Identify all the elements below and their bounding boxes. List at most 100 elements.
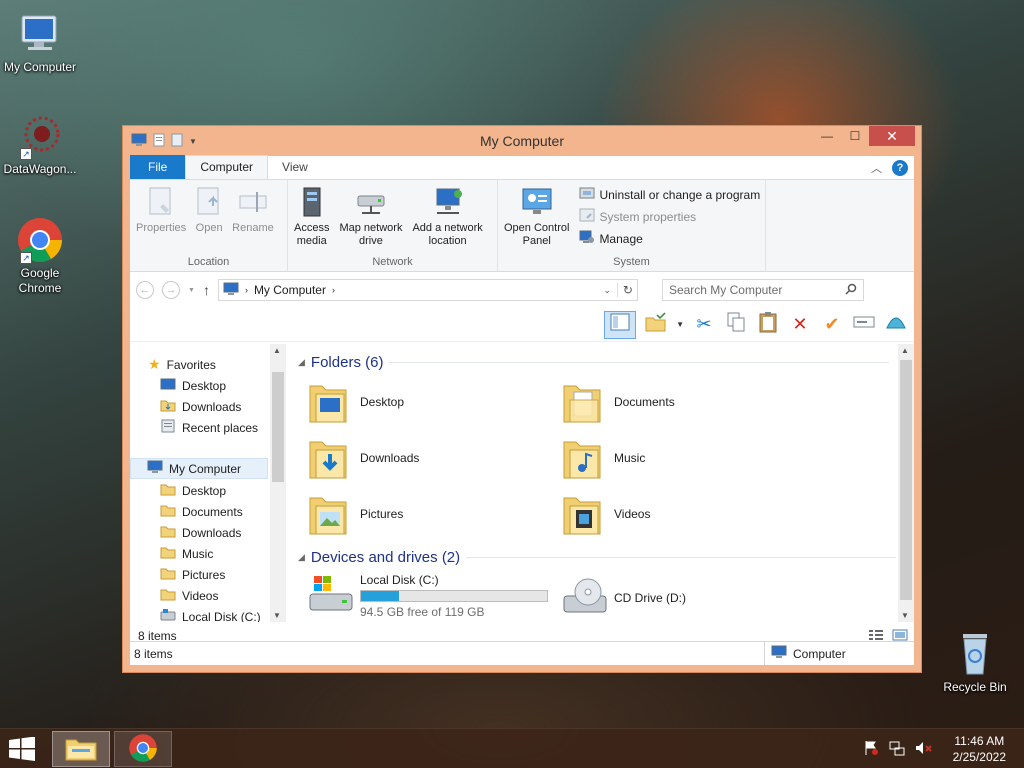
drive-name: CD Drive (D:) xyxy=(614,590,686,605)
nav-computer-music[interactable]: Music xyxy=(160,543,213,564)
copy-button[interactable] xyxy=(724,312,748,337)
desktop-icon-datawagon[interactable]: ↗ DataWagon... xyxy=(0,112,80,177)
nav-computer-downloads[interactable]: Downloads xyxy=(160,522,241,543)
drive-tile-cd-drive[interactable]: CD Drive (D:) xyxy=(562,576,686,619)
desktop-icon-label: DataWagon... xyxy=(3,162,77,176)
recent-locations-icon[interactable]: ▼ xyxy=(188,287,195,294)
taskbar-google-chrome[interactable] xyxy=(114,731,172,767)
address-dropdown-icon[interactable]: ⌄ xyxy=(603,285,611,296)
nav-scrollbar-thumb[interactable] xyxy=(272,372,284,482)
delete-icon: ✕ xyxy=(792,314,808,334)
desktop-icon-recycle-bin[interactable]: Recycle Bin xyxy=(935,630,1015,695)
chevron-down-icon[interactable]: ▼ xyxy=(676,320,684,329)
clock-time: 11:46 AM xyxy=(954,734,1005,748)
network-icon[interactable] xyxy=(889,740,905,759)
shell-button[interactable] xyxy=(884,313,908,337)
scroll-down-icon[interactable]: ▼ xyxy=(273,611,281,620)
close-icon: ✕ xyxy=(886,127,898,144)
back-button[interactable]: ← xyxy=(136,281,154,299)
group-label-network: Network xyxy=(372,256,413,268)
navigation-pane[interactable]: ★ Favorites Desktop Downloads Recent pla… xyxy=(130,344,288,622)
drive-tile-local-disk[interactable]: Local Disk (C:) 94.5 GB free of 119 GB xyxy=(308,572,548,619)
group-label-system: System xyxy=(613,256,650,268)
checkmark-icon: ✔ xyxy=(824,314,840,334)
videos-folder-icon xyxy=(562,492,602,536)
close-button[interactable]: ✕ xyxy=(869,126,915,146)
scroll-up-icon[interactable]: ▲ xyxy=(901,346,909,355)
section-header-devices[interactable]: ◢ Devices and drives (2) xyxy=(298,549,897,566)
network-location-icon xyxy=(431,184,465,220)
programs-icon xyxy=(579,185,595,204)
manage-button[interactable]: Manage xyxy=(579,230,760,247)
rename-toolbar-button[interactable] xyxy=(852,313,876,337)
nav-fav-recent-places[interactable]: Recent places xyxy=(160,417,258,438)
nav-my-computer[interactable]: My Computer xyxy=(130,458,268,479)
section-header-folders[interactable]: ◢ Folders (6) xyxy=(298,354,890,371)
refresh-icon[interactable]: ↻ xyxy=(616,283,633,297)
shell-icon xyxy=(885,312,907,337)
address-bar[interactable]: › My Computer › ⌄ ↻ xyxy=(217,279,638,301)
scroll-down-icon[interactable]: ▼ xyxy=(901,611,909,620)
desktop-icon-google-chrome[interactable]: ↗ Google Chrome xyxy=(0,216,80,296)
view-options-button[interactable] xyxy=(644,312,668,337)
volume-muted-icon[interactable] xyxy=(915,740,933,759)
start-button[interactable] xyxy=(8,736,38,761)
folder-tile-downloads[interactable]: Downloads xyxy=(308,436,419,480)
status-bar: 8 items Computer xyxy=(130,641,914,665)
tab-view[interactable]: View xyxy=(268,156,322,179)
scroll-up-icon[interactable]: ▲ xyxy=(273,346,281,355)
cut-button[interactable]: ✂ xyxy=(692,313,716,337)
nav-computer-documents[interactable]: Documents xyxy=(160,501,243,522)
shortcut-arrow-icon: ↗ xyxy=(20,148,32,160)
copy-icon xyxy=(727,312,745,337)
collapse-ribbon-icon[interactable]: ︿ xyxy=(871,160,882,176)
clock[interactable]: 11:46 AM 2/25/2022 xyxy=(953,733,1006,765)
folder-tile-music[interactable]: Music xyxy=(562,436,645,480)
nav-scrollbar[interactable]: ▲ ▼ xyxy=(270,344,286,622)
title-bar[interactable]: ▼ My Computer — ☐ ✕ xyxy=(123,126,921,156)
uninstall-program-button[interactable]: Uninstall or change a program xyxy=(579,186,760,203)
nav-computer-local-disk[interactable]: Local Disk (C:) xyxy=(160,606,261,622)
search-icon xyxy=(845,283,857,298)
desktop-icon-label: My Computer xyxy=(3,60,77,74)
action-center-flag-icon[interactable] xyxy=(863,740,879,759)
disk-icon xyxy=(160,608,176,622)
search-input[interactable]: Search My Computer xyxy=(661,279,864,301)
content-scrollbar-thumb[interactable] xyxy=(900,360,912,600)
breadcrumb[interactable]: My Computer xyxy=(254,283,326,297)
nav-fav-desktop[interactable]: Desktop xyxy=(160,375,226,396)
content-scrollbar[interactable]: ▲ ▼ xyxy=(898,344,914,622)
nav-computer-pictures[interactable]: Pictures xyxy=(160,564,225,585)
paste-button[interactable] xyxy=(756,312,780,337)
folder-icon xyxy=(160,545,176,562)
drive-name: Local Disk (C:) xyxy=(360,572,439,587)
desktop-icon-my-computer[interactable]: My Computer xyxy=(0,10,80,75)
forward-button[interactable]: → xyxy=(162,281,180,299)
system-properties-button[interactable]: System properties xyxy=(579,208,760,225)
tab-file[interactable]: File xyxy=(130,155,186,179)
main-area: ★ Favorites Desktop Downloads Recent pla… xyxy=(130,344,914,644)
folder-tile-videos[interactable]: Videos xyxy=(562,492,650,536)
nav-computer-videos[interactable]: Videos xyxy=(160,585,218,606)
help-icon[interactable]: ? xyxy=(892,160,908,176)
nav-favorites[interactable]: ★ Favorites xyxy=(148,354,216,375)
nav-fav-downloads[interactable]: Downloads xyxy=(160,396,241,417)
desktop-folder-icon xyxy=(160,377,176,394)
apply-button[interactable]: ✔ xyxy=(820,313,844,337)
preview-pane-button[interactable] xyxy=(604,310,637,339)
folder-tile-documents[interactable]: Documents xyxy=(562,380,675,424)
open-icon xyxy=(192,184,226,220)
ribbon-tabs: File Computer View ︿ ? xyxy=(130,155,914,180)
folder-icon xyxy=(160,482,176,499)
content-pane[interactable]: ◢ Folders (6) Desktop Documents Download… xyxy=(288,344,914,622)
up-arrow-icon[interactable]: ↑ xyxy=(203,282,210,298)
folder-tile-desktop[interactable]: Desktop xyxy=(308,380,404,424)
delete-button[interactable]: ✕ xyxy=(788,313,812,337)
taskbar-file-explorer[interactable] xyxy=(52,731,110,767)
minimize-button[interactable]: — xyxy=(813,126,841,146)
nav-computer-desktop[interactable]: Desktop xyxy=(160,480,226,501)
explorer-window[interactable]: ▼ My Computer — ☐ ✕ File Computer View ︿… xyxy=(122,125,922,673)
maximize-button[interactable]: ☐ xyxy=(841,126,869,146)
folder-tile-pictures[interactable]: Pictures xyxy=(308,492,403,536)
tab-computer[interactable]: Computer xyxy=(185,155,269,179)
